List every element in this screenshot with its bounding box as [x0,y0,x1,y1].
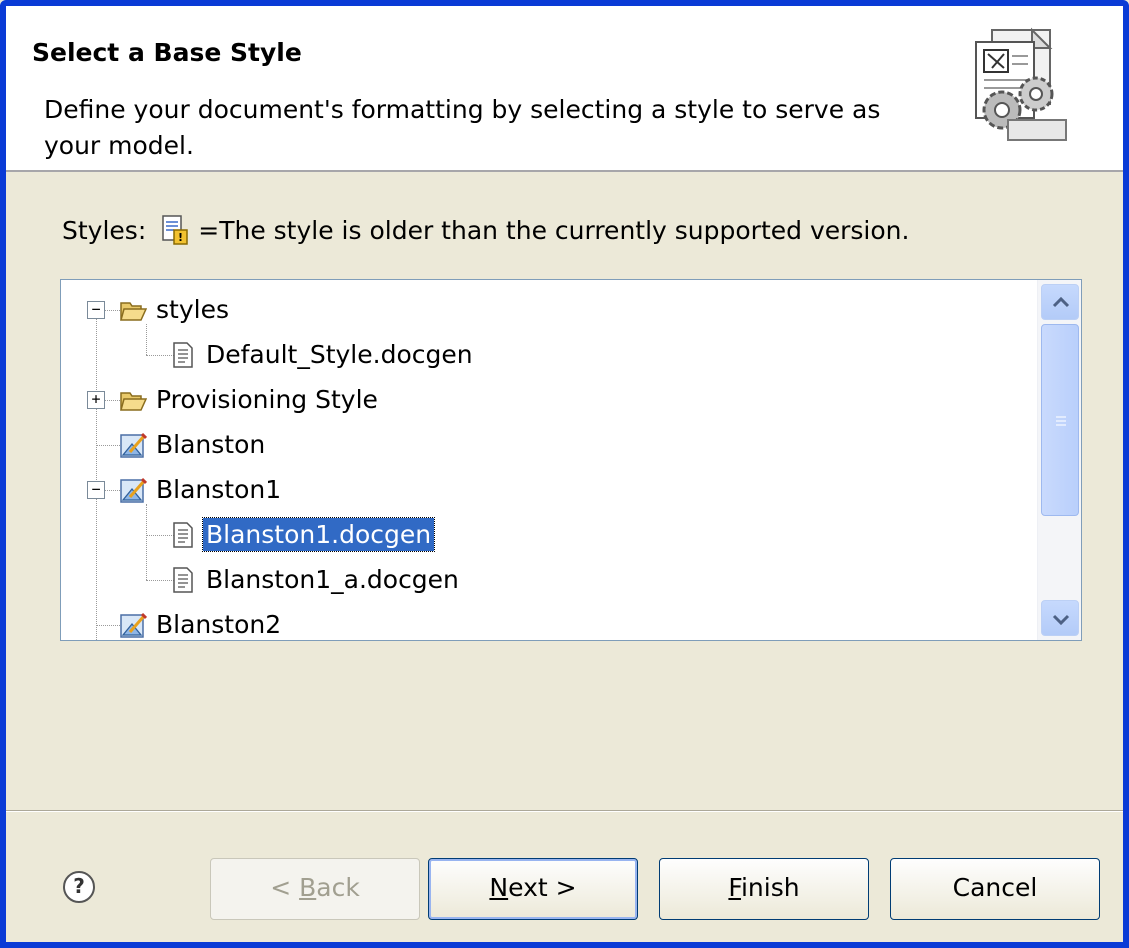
chevron-up-icon [1052,296,1070,308]
folder-open-icon [119,295,148,325]
tree-item-label[interactable]: Blanston [153,428,268,461]
tree-item[interactable]: Blanston2 [61,603,1036,640]
expand-icon[interactable]: + [87,391,105,409]
tree-item-label[interactable]: Provisioning Style [153,383,381,416]
outdated-style-icon: ! [162,215,188,245]
tree-item-label[interactable]: Blanston1.docgen [201,517,436,552]
tree-item[interactable]: Default_Style.docgen [61,333,1036,377]
tree-item[interactable]: Blanston1.docgen [61,513,1036,557]
document-icon [169,565,197,595]
styles-legend-text: =The style is older than the currently s… [198,215,910,245]
tree-item-label[interactable]: Blanston1_a.docgen [203,563,462,596]
page-title: Select a Base Style [32,38,302,67]
cancel-button[interactable]: Cancel [890,858,1100,920]
tree-item[interactable]: − styles [61,288,1036,332]
help-icon[interactable]: ? [63,871,95,903]
next-button-mnemonic: N [489,873,509,902]
back-button-label: ack [316,873,360,902]
tree-item[interactable]: + Provisioning Style [61,378,1036,422]
styles-tree[interactable]: − styles Default_Style.docgen + Provisioning… [60,279,1082,641]
tree-item-label[interactable]: Default_Style.docgen [203,338,476,371]
styles-legend: Styles: ! =The style is older than the c… [62,214,909,246]
style-project-icon [119,610,148,640]
back-button-mnemonic: B [299,873,317,902]
tree-item[interactable]: Blanston [61,423,1036,467]
scroll-down-button[interactable] [1041,600,1079,636]
wizard-window: Select a Base Style Define your document… [0,0,1129,948]
svg-text:!: ! [178,231,183,244]
tree-content: − styles Default_Style.docgen + Provisioning… [61,280,1036,640]
grip-icon [1056,416,1066,426]
tree-vertical-scrollbar[interactable] [1037,280,1081,640]
finish-button-label: inish [740,873,800,902]
finish-button[interactable]: Finish [659,858,869,920]
styles-legend-prefix: Styles: [62,215,147,245]
folder-open-icon [119,385,148,415]
collapse-icon[interactable]: − [87,481,105,499]
finish-button-mnemonic: F [728,873,741,902]
tree-item[interactable]: − Blanston1 [61,468,1036,512]
tree-item-label[interactable]: Blanston1 [153,473,284,506]
back-button-prefix: < [270,873,300,902]
page-description: Define your document's formatting by sel… [44,95,881,160]
next-button-label: ext > [508,873,577,902]
style-project-icon [119,475,148,505]
scroll-thumb[interactable] [1041,324,1079,516]
back-button[interactable]: < Back [210,858,420,920]
tree-item-label[interactable]: styles [153,293,232,326]
chevron-down-icon [1052,614,1070,626]
tree-item-label[interactable]: Blanston2 [153,608,284,640]
document-icon [169,340,197,370]
wizard-header: Select a Base Style Define your document… [6,6,1123,172]
document-gears-icon [975,27,1067,141]
style-project-icon [119,430,148,460]
scroll-up-button[interactable] [1041,284,1079,320]
tree-item[interactable]: Blanston1_a.docgen [61,558,1036,602]
footer-separator [6,810,1123,812]
document-icon [169,520,197,550]
next-button[interactable]: Next > [428,858,638,920]
collapse-icon[interactable]: − [87,301,105,319]
